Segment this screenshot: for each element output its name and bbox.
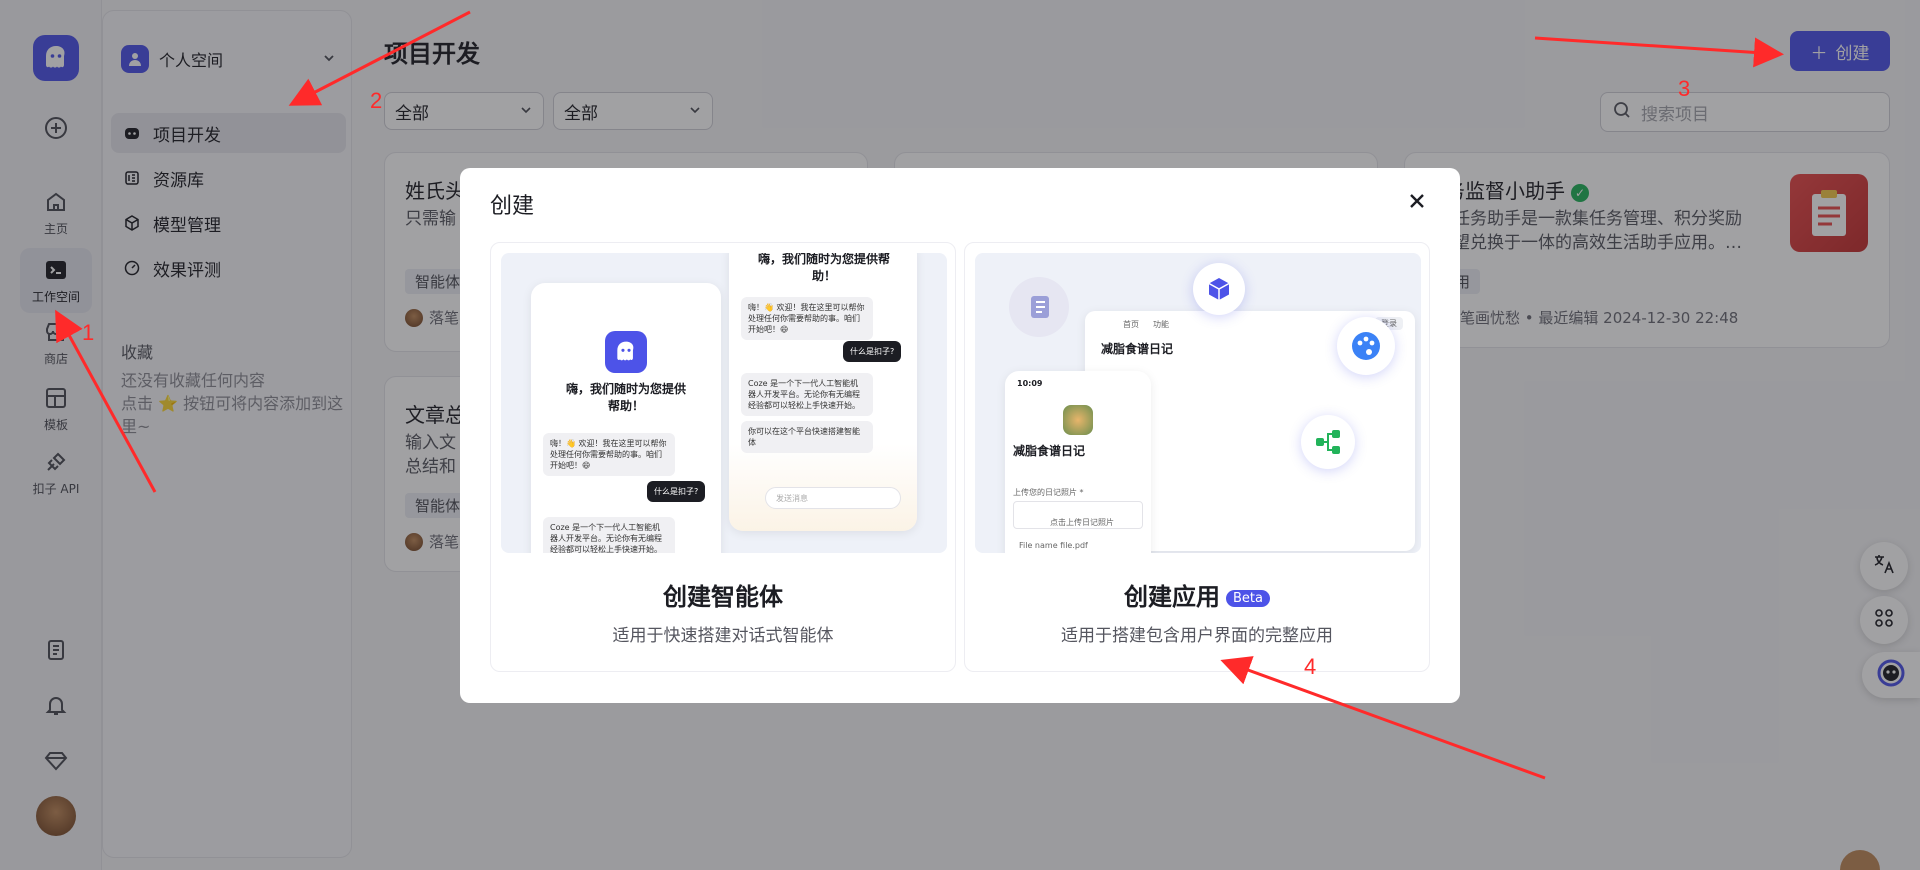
palette-icon <box>1337 317 1395 375</box>
app-tab-features: 功能 <box>1153 320 1169 329</box>
agent-question-bubble: 什么是扣子? <box>647 481 706 502</box>
app-tab-home: 首页 <box>1123 320 1139 329</box>
ghost-logo-icon <box>605 331 647 373</box>
food-image-icon <box>1063 405 1093 435</box>
agent-phone-mock: 嗨，我们随时为您提供帮助！ 嗨！👋 欢迎！我在这里可以帮你处理任何你需要帮助的事… <box>531 283 721 553</box>
close-icon[interactable] <box>1402 186 1432 216</box>
agent-greeting: 嗨，我们随时为您提供帮助！ <box>565 382 686 413</box>
agent-input-placeholder: 发送消息 <box>776 494 808 503</box>
annotation-label-3: 3 <box>1678 76 1691 101</box>
create-app-option[interactable]: 首页 功能 登录 减脂食谱日记 10:09 减脂食谱日记 上传您的日记照片 * … <box>964 242 1430 672</box>
agent-answer-bubble-2: 你可以在这个平台快速搭建智能体 <box>741 421 873 453</box>
workflow-icon <box>1301 415 1355 469</box>
app-title-phone: 减脂食谱日记 <box>1013 444 1086 458</box>
option-subtitle: 适用于搭建包含用户界面的完整应用 <box>1061 626 1333 646</box>
annotation-label-1: 1 <box>82 320 95 345</box>
create-modal: 创建 嗨，我们随时为您提供帮助！ 嗨！👋 欢迎！我在这里可以帮你处理任何你需要帮… <box>460 168 1460 703</box>
app-illustration: 首页 功能 登录 减脂食谱日记 10:09 减脂食谱日记 上传您的日记照片 * … <box>975 253 1421 553</box>
beta-badge: Beta <box>1226 589 1270 607</box>
create-agent-option[interactable]: 嗨，我们随时为您提供帮助！ 嗨！👋 欢迎！我在这里可以帮你处理任何你需要帮助的事… <box>490 242 956 672</box>
annotation-label-4: 4 <box>1304 654 1317 679</box>
option-title: 创建智能体 <box>663 583 783 611</box>
agent-answer-bubble: Coze 是一个下一代人工智能机器人开发平台。无论你有无编程经验都可以轻松上手快… <box>741 373 873 416</box>
agent-input-mock: 发送消息 <box>765 487 901 509</box>
option-title: 创建应用 Beta <box>965 577 1429 612</box>
agent-answer-bubble: Coze 是一个下一代人工智能机器人开发平台。无论你有无编程经验都可以轻松上手快… <box>543 517 675 553</box>
app-phone-time: 10:09 <box>1017 379 1043 388</box>
notes-icon <box>1009 277 1069 337</box>
agent-phone-mock-2: 嗨，我们随时为您提供帮助！ 嗨！👋 欢迎！我在这里可以帮你处理任何你需要帮助的事… <box>729 253 917 531</box>
app-upload-box: 点击上传日记照片 <box>1013 501 1143 529</box>
app-upload-btn: 点击上传日记照片 <box>1050 518 1114 527</box>
option-subtitle: 适用于快速搭建对话式智能体 <box>612 626 834 646</box>
app-upload-label: 上传您的日记照片 * <box>1013 488 1084 497</box>
agent-greeting-top: 嗨，我们随时为您提供帮助！ <box>757 253 890 283</box>
annotation-label-2: 2 <box>370 88 383 113</box>
agent-question-bubble: 什么是扣子? <box>843 341 902 362</box>
app-file: File name file.pdf <box>1019 541 1088 550</box>
agent-illustration: 嗨，我们随时为您提供帮助！ 嗨！👋 欢迎！我在这里可以帮你处理任何你需要帮助的事… <box>501 253 947 553</box>
modal-title: 创建 <box>490 194 535 219</box>
cube-feature-icon <box>1193 263 1245 315</box>
option-title-text: 创建应用 <box>1124 583 1220 611</box>
agent-bubble: 嗨！👋 欢迎！我在这里可以帮你处理任何你需要帮助的事。咱们开始吧！😄 <box>543 433 675 476</box>
app-phone-mock: 10:09 减脂食谱日记 上传您的日记照片 * 点击上传日记照片 File na… <box>1005 371 1151 553</box>
app-title-desktop: 减脂食谱日记 <box>1101 342 1174 356</box>
agent-bubble: 嗨！👋 欢迎！我在这里可以帮你处理任何你需要帮助的事。咱们开始吧！😄 <box>741 297 873 340</box>
